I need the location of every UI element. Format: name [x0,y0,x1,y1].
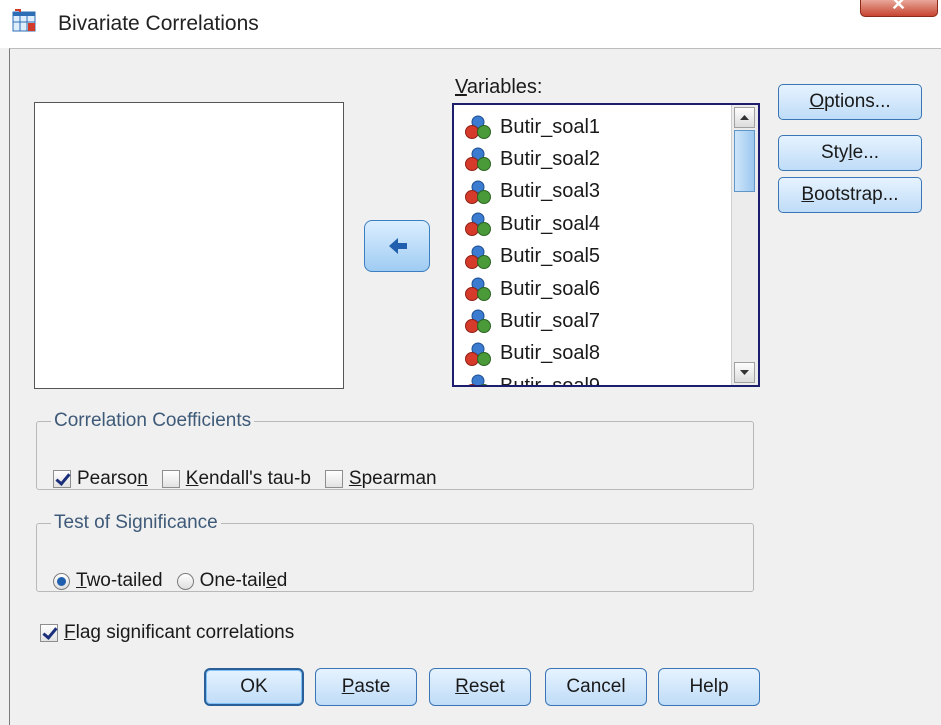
label-part: P [341,676,355,697]
title-bar: Bivariate Correlations ✕ [0,0,941,48]
flag-row: Flag significant correlations [40,622,294,644]
window-title: Bivariate Correlations [58,12,259,35]
test-of-significance-legend: Test of Significance [54,512,218,533]
nominal-variable-icon [464,179,492,205]
flag-significant-checkbox[interactable] [40,624,58,642]
kendall-checkbox[interactable] [161,470,180,488]
left-arrow-icon [389,238,407,254]
help-button[interactable]: Help [658,668,760,706]
variable-list-item[interactable]: Butir_soal3 [464,176,600,208]
variables-label-rest: ariables: [466,76,543,98]
chevron-down-icon [740,370,749,375]
label-part: endall's tau-b [198,468,311,489]
close-icon: ✕ [891,0,907,14]
variable-name: Butir_soal3 [500,180,601,203]
scroll-thumb[interactable] [734,130,755,192]
variable-list-item[interactable]: Butir_soal8 [464,338,600,370]
nominal-variable-icon [464,341,492,367]
pearson-checkbox[interactable] [53,470,71,488]
spearman-checkbox[interactable] [324,470,343,488]
label-part: F [64,622,76,643]
variable-name: Butir_soal8 [500,342,601,365]
nominal-variable-icon [464,276,492,302]
variable-name: Butir_soal9 [500,374,601,387]
variable-list-item[interactable]: Butir_soal6 [464,273,600,305]
variable-name: Butir_soal1 [500,115,601,138]
pearson-label[interactable]: Pearson [77,468,148,490]
flag-significant-label[interactable]: Flag significant correlations [64,622,294,644]
nominal-variable-icon [464,244,492,270]
variable-name: Butir_soal5 [500,245,601,268]
label-part: lag significant correlations [75,622,295,643]
label-part: e... [852,142,880,163]
two-tailed-label[interactable]: Two-tailed [76,570,163,592]
one-tailed-radio[interactable] [176,572,194,590]
bootstrap-button[interactable]: Bootstrap... [778,177,922,213]
style-button[interactable]: Sty l e... [778,135,922,171]
variable-name: Butir_soal4 [500,212,601,235]
scroll-down-button[interactable] [734,362,755,383]
nominal-variable-icon [464,146,492,172]
kendall-label[interactable]: Kendall's tau-b [186,468,311,490]
label-part: Sty [820,142,849,163]
nominal-variable-icon [464,373,492,385]
spearman-label[interactable]: Spearman [349,468,437,490]
two-tailed-radio[interactable] [53,572,70,590]
variable-list-item[interactable]: Butir_soal2 [464,143,600,175]
close-button[interactable]: ✕ [860,0,938,17]
nominal-variable-icon [464,211,492,237]
correlation-coefficients-group: Correlation Coefficients Pearson Kendall… [36,410,754,490]
correlation-coefficients-legend: Correlation Coefficients [54,410,252,431]
scroll-up-button[interactable] [734,107,755,128]
label-part: e [266,570,277,591]
variable-list-item[interactable]: Butir_soal4 [464,208,600,240]
significance-row: Two-tailed One-tailed [53,570,287,592]
variable-name: Butir_soal2 [500,147,601,170]
move-variable-button[interactable] [364,220,430,272]
label-part: eset [468,676,505,697]
variable-list-item[interactable]: Butir_soal9 [464,370,601,387]
label-part: aste [354,676,391,697]
source-variable-list[interactable] [34,102,344,389]
chevron-up-icon [740,115,749,120]
label-part: S [348,468,362,489]
variables-scrollbar[interactable] [731,105,758,385]
paste-button[interactable]: Paste [315,668,417,706]
label-part: ptions... [824,91,891,112]
variables-label-mnemonic: V [455,76,467,98]
variable-list-item[interactable]: Butir_soal5 [464,241,600,273]
coefficients-row: Pearson Kendall's tau-b Spearman [53,468,437,490]
label-part: K [185,468,199,489]
label-part: d [276,570,288,591]
variables-label: Variables: [455,76,542,99]
label-part: R [455,676,469,697]
cancel-button[interactable]: Cancel [545,668,647,706]
ok-button[interactable]: OK [204,668,304,706]
variable-name: Butir_soal7 [500,309,601,332]
nominal-variable-icon [464,308,492,334]
label-part: T [76,570,87,591]
options-button[interactable]: Options... [778,84,922,120]
variables-list[interactable]: Butir_soal1 Butir_soal2 Butir_soal3 Butir_s… [452,103,760,387]
label-part: wo-tailed [86,570,163,591]
label-part: Pearso [77,468,138,489]
label-part: pearman [361,468,437,489]
variable-name: Butir_soal6 [500,277,601,300]
label-part: One-tail [199,570,267,591]
table-chart-icon [12,9,36,32]
label-part: n [137,468,148,489]
one-tailed-label[interactable]: One-tailed [200,570,288,592]
variable-list-item[interactable]: Butir_soal7 [464,305,600,337]
label-part: O [809,91,825,112]
label-part: B [801,184,815,205]
test-of-significance-group: Test of Significance Two-tailed One-tail… [36,512,754,592]
reset-button[interactable]: Reset [429,668,531,706]
variable-list-item[interactable]: Butir_soal1 [464,111,600,143]
nominal-variable-icon [464,114,492,140]
label-part: ootstrap... [814,184,899,205]
